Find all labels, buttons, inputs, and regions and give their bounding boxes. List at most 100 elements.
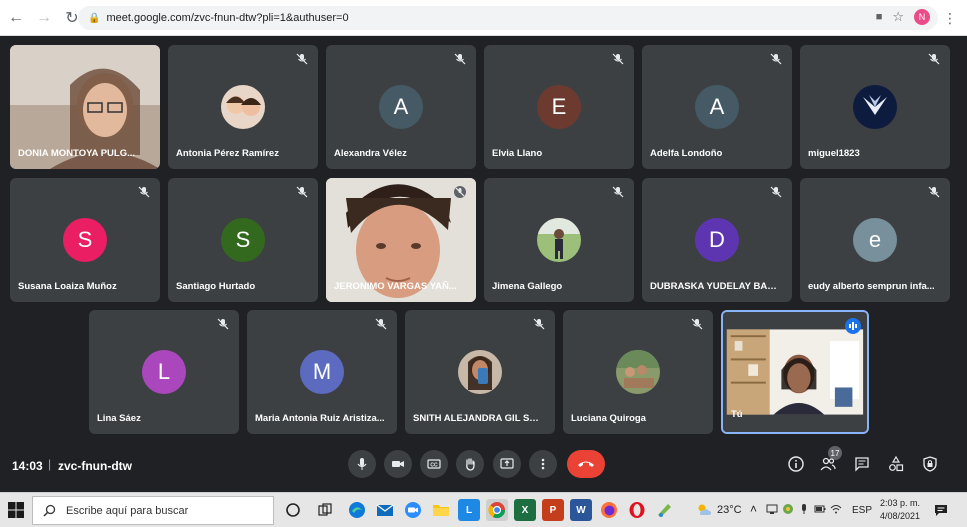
chrome-icon[interactable] <box>486 499 508 521</box>
participant-name: Santiago Hurtado <box>176 281 256 292</box>
more-vert-icon <box>541 458 545 470</box>
participant-name: Jimena Gallego <box>492 281 563 292</box>
participant-name: miguel1823 <box>808 148 860 159</box>
mic-off-icon <box>533 318 545 330</box>
app-l-icon[interactable]: L <box>458 499 480 521</box>
system-clock[interactable]: 2:03 p. m. 4/08/2021 <box>880 497 920 523</box>
powerpoint-icon[interactable]: P <box>542 499 564 521</box>
windows-taskbar: Escribe aquí para buscar L X P W 23°C ˄ … <box>0 492 967 527</box>
mic-off-icon <box>928 186 940 198</box>
star-icon[interactable]: ☆ <box>892 9 904 25</box>
clock-date: 4/08/2021 <box>880 511 921 521</box>
windows-start-icon[interactable] <box>8 502 24 518</box>
task-view-icon[interactable] <box>314 499 336 521</box>
meeting-code: zvc-fnun-dtw <box>58 459 132 473</box>
participant-avatar: L <box>142 350 186 394</box>
host-controls-button[interactable] <box>920 454 940 474</box>
mic-off-icon <box>928 53 940 65</box>
participant-name: JERONIMO VARGAS YAÑ... <box>334 281 457 292</box>
opera-icon[interactable] <box>626 499 648 521</box>
meeting-controls-bar: 14:03 | zvc-fnun-dtw CC 17 <box>0 444 967 492</box>
participant-tile: JERONIMO VARGAS YAÑ... <box>326 178 476 302</box>
more-options-button[interactable] <box>529 450 557 478</box>
participant-tile: E Elvia Llano <box>484 45 634 169</box>
people-button[interactable] <box>818 454 838 474</box>
participant-tile: L Lina Sáez <box>89 310 239 434</box>
participant-tile: DONIA MONTOYA PULG... <box>10 45 160 169</box>
taskbar-search-input[interactable]: Escribe aquí para buscar <box>32 496 274 525</box>
language-indicator[interactable]: ESP <box>852 505 872 516</box>
videocam-icon <box>392 461 404 467</box>
excel-icon[interactable]: X <box>514 499 536 521</box>
notifications-icon[interactable] <box>934 503 948 517</box>
clock-time: 2:03 p. m. <box>880 498 921 508</box>
mic-off-icon <box>612 186 624 198</box>
participant-avatar: A <box>379 85 423 129</box>
meeting-time: 14:03 <box>12 459 43 473</box>
mic-off-icon <box>770 53 782 65</box>
participant-name: Tú <box>731 409 743 420</box>
cortana-icon[interactable] <box>282 499 304 521</box>
participant-avatar: S <box>221 218 265 262</box>
participant-avatar: e <box>853 218 897 262</box>
participant-tile: Jimena Gallego <box>484 178 634 302</box>
network-tray-icon[interactable] <box>766 503 778 515</box>
participant-tile: Luciana Quiroga <box>563 310 713 434</box>
participant-avatar: S <box>63 218 107 262</box>
camera-icon[interactable]: ■ <box>876 11 883 23</box>
profile-avatar[interactable]: N <box>914 9 930 25</box>
mail-icon[interactable] <box>374 499 396 521</box>
shield-lock-icon <box>923 456 937 472</box>
microphone-tray-icon[interactable] <box>798 503 810 515</box>
mic-off-icon <box>138 186 150 198</box>
participant-name: Maria Antonia Ruiz Aristiza... <box>255 413 385 424</box>
mic-off-icon <box>691 318 703 330</box>
wifi-icon[interactable] <box>830 503 842 515</box>
info-icon <box>788 456 804 472</box>
participant-tile: miguel1823 <box>800 45 950 169</box>
participant-tile: e eudy alberto semprun infa... <box>800 178 950 302</box>
paint-icon[interactable] <box>654 499 676 521</box>
mic-off-icon <box>296 53 308 65</box>
captions-button[interactable]: CC <box>420 450 448 478</box>
leave-call-button[interactable] <box>567 450 605 478</box>
camera-button[interactable] <box>384 450 412 478</box>
chat-button[interactable] <box>852 454 872 474</box>
menu-icon[interactable]: ⋮ <box>943 10 957 27</box>
present-screen-button[interactable] <box>493 450 521 478</box>
chat-icon <box>855 457 869 472</box>
activities-button[interactable] <box>886 454 906 474</box>
participant-photo <box>853 85 897 129</box>
battery-icon[interactable] <box>814 503 826 515</box>
tray-app-icon[interactable] <box>782 503 794 515</box>
shapes-icon <box>889 456 904 472</box>
participant-tile: S Susana Loaiza Muñoz <box>10 178 160 302</box>
raise-hand-button[interactable] <box>456 450 484 478</box>
participant-name: Alexandra Vélez <box>334 148 407 159</box>
svg-text:CC: CC <box>430 463 438 469</box>
mic-off-icon <box>454 186 466 198</box>
participant-name: Adelfa Londoño <box>650 148 723 159</box>
present-icon <box>500 458 514 469</box>
firefox-icon[interactable] <box>598 499 620 521</box>
chevron-up-icon[interactable]: ˄ <box>750 502 757 516</box>
word-icon[interactable]: W <box>570 499 592 521</box>
forward-icon[interactable]: → <box>32 6 56 30</box>
weather-temperature: 23°C <box>717 504 742 516</box>
back-icon[interactable]: ← <box>4 6 28 30</box>
zoom-app-icon[interactable] <box>402 499 424 521</box>
weather-icon[interactable] <box>696 502 712 516</box>
address-bar[interactable]: 🔒 meet.google.com/zvc-fnun-dtw?pli=1&aut… <box>78 6 938 30</box>
people-icon <box>820 457 836 471</box>
mic-off-icon <box>217 318 229 330</box>
file-explorer-icon[interactable] <box>430 499 452 521</box>
mic-off-icon <box>770 186 782 198</box>
separator: | <box>48 457 52 471</box>
mic-off-icon <box>454 53 466 65</box>
meeting-details-button[interactable] <box>786 454 806 474</box>
participant-tile: A Alexandra Vélez <box>326 45 476 169</box>
self-view-tile: Tú <box>721 310 869 434</box>
mic-button[interactable] <box>348 450 376 478</box>
browser-toolbar: ← → ↻ 🔒 meet.google.com/zvc-fnun-dtw?pli… <box>0 0 967 36</box>
edge-icon[interactable] <box>346 499 368 521</box>
